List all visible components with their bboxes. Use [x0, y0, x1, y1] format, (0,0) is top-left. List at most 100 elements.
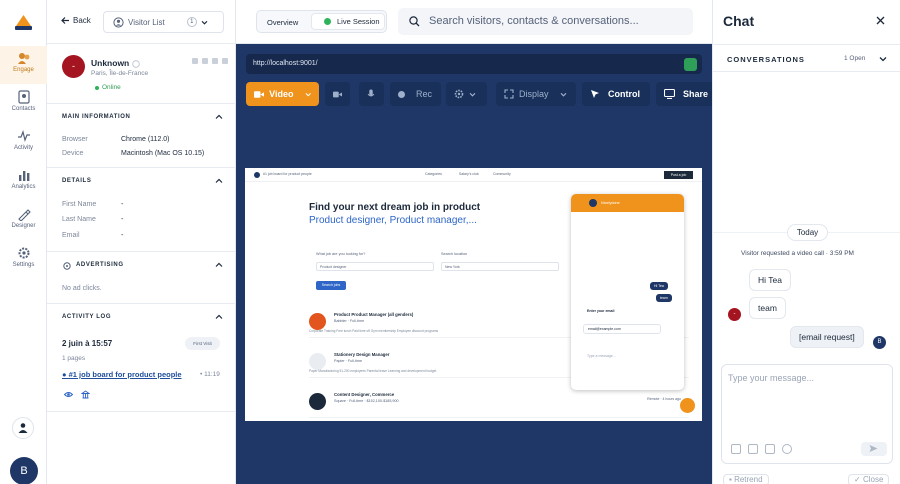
rail-analytics[interactable]: Analytics: [0, 163, 47, 201]
chevron-up-icon[interactable]: [215, 261, 223, 269]
send-icon: [869, 445, 878, 452]
cobrowse-stage: http://localhost:9001/ Video Rec Display: [236, 44, 712, 484]
control-label: Control: [608, 89, 640, 99]
rail-engage[interactable]: Engage: [0, 46, 47, 84]
image-icon[interactable]: [731, 444, 741, 454]
visitor-list-button[interactable]: Visitor List 1: [103, 11, 224, 33]
activity-icons: [64, 390, 90, 399]
detail-value[interactable]: -: [121, 232, 123, 239]
camera-toggle[interactable]: [325, 82, 350, 106]
eye-icon[interactable]: [64, 390, 73, 399]
detail-value[interactable]: -: [121, 201, 123, 208]
close-conversation-button[interactable]: ✓ Close: [848, 474, 890, 484]
brand-logo[interactable]: [13, 12, 34, 32]
site-tagline: #1 job board for product people: [263, 172, 312, 176]
message-composer[interactable]: Type your message...: [721, 364, 893, 464]
activity-date: 2 juin à 15:57: [62, 339, 113, 348]
rail-label: Activity: [13, 145, 33, 151]
visitor-name-text: Unknown: [91, 58, 130, 68]
visitor-url-bar: http://localhost:9001/: [246, 54, 702, 74]
emoji-icon[interactable]: [782, 444, 792, 454]
activity-page-link[interactable]: ● #1 job board for product people: [62, 370, 182, 379]
chevron-up-icon[interactable]: [215, 177, 223, 185]
site-job-input: Product designer: [316, 262, 434, 271]
contacts-icon: [17, 90, 30, 104]
operator-avatar[interactable]: B: [10, 457, 38, 484]
user-icon: [222, 58, 228, 64]
section-title-details: DETAILS: [62, 178, 92, 184]
cursor-icon: [591, 90, 599, 98]
share-screen-button[interactable]: Share: [656, 82, 712, 106]
day-separator: Today: [787, 224, 828, 241]
search-input[interactable]: Search visitors, contacts & conversation…: [398, 8, 693, 35]
open-count: 1 Open: [844, 55, 866, 62]
detail-key: Last Name: [62, 216, 96, 223]
microphone-toggle[interactable]: [359, 82, 384, 106]
widget-email-field: email@example.com: [583, 324, 661, 334]
site-location-input: New York: [441, 262, 559, 271]
search-icon: [409, 16, 420, 27]
rail-contacts[interactable]: Contacts: [0, 85, 47, 123]
control-button[interactable]: Control: [582, 82, 650, 106]
widget-agent-name: Nicelydone: [601, 201, 620, 205]
visitor-avatar: -: [62, 55, 85, 78]
detail-key: Email: [62, 232, 80, 239]
rail-label: Engage: [13, 67, 34, 73]
video-button[interactable]: Video: [246, 82, 319, 106]
checklist-icon[interactable]: [748, 444, 758, 454]
job-company: Papier · Full-time: [334, 359, 363, 363]
rail-designer[interactable]: Designer: [0, 202, 47, 240]
record-button[interactable]: Rec: [390, 82, 441, 106]
display-button[interactable]: Display: [496, 82, 576, 106]
send-button[interactable]: [861, 442, 887, 456]
info-key: Browser: [62, 136, 88, 143]
tab-live-session[interactable]: Live Session: [311, 13, 385, 30]
divider: [47, 411, 236, 412]
top-bar: Overview Live Session Search visitors, c…: [236, 0, 712, 44]
composer-toolbar: [731, 444, 792, 454]
rail-settings[interactable]: Settings: [0, 241, 47, 279]
help-button[interactable]: [12, 417, 34, 439]
video-camera-icon: [333, 91, 342, 97]
share-label: Share: [682, 89, 708, 99]
detail-value[interactable]: -: [121, 216, 123, 223]
chevron-up-icon[interactable]: [215, 313, 223, 321]
tab-overview[interactable]: Overview: [267, 18, 298, 27]
ad-empty-text: No ad clicks.: [62, 285, 102, 292]
rail-activity[interactable]: Activity: [0, 124, 47, 162]
site-job-label: What job are you looking for?: [316, 252, 366, 256]
participants-icon[interactable]: [684, 58, 697, 71]
rail-label: Contacts: [11, 106, 36, 112]
close-icon[interactable]: [876, 16, 885, 25]
resize-icon: [504, 89, 514, 99]
microphone-icon: [367, 89, 375, 97]
site-chat-launcher: [680, 398, 695, 413]
chevron-down-icon: [879, 57, 887, 62]
site-nav-item: Community: [493, 172, 511, 176]
edit-icon[interactable]: [131, 60, 140, 68]
visitor-screen[interactable]: #1 job board for product people Categori…: [245, 168, 702, 421]
job-company: Square · Full-time · $152,100-$185,900: [334, 399, 399, 403]
page-link-text[interactable]: #1 job board for product people: [69, 370, 182, 379]
bank-icon[interactable]: [81, 390, 90, 399]
back-button[interactable]: Back: [61, 16, 91, 25]
composer-placeholder: Type your message...: [728, 373, 815, 383]
widget-message: team: [656, 294, 672, 302]
visitor-url: http://localhost:9001/: [253, 60, 318, 67]
display-label: Display: [519, 89, 549, 99]
attachment-icon[interactable]: [765, 444, 775, 454]
chevron-up-icon[interactable]: [215, 113, 223, 121]
retrend-button[interactable]: ▪ Retrend: [723, 474, 769, 484]
conversations-header[interactable]: CONVERSATIONS 1 Open: [713, 44, 900, 72]
visitor-message: team: [749, 297, 786, 319]
video-camera-icon: [254, 90, 265, 98]
widget-agent-avatar: [589, 199, 597, 207]
divider: [47, 103, 236, 104]
job-title: Product Product Manager (all genders): [334, 312, 414, 317]
job-company: Babbler · Full-time: [334, 319, 365, 323]
section-title-activity-log: ACTIVITY LOG: [62, 314, 112, 320]
visitor-list-label: Visitor List: [128, 17, 165, 27]
live-indicator-icon: [324, 18, 331, 25]
settings-menu-button[interactable]: [446, 82, 487, 106]
location-icon: [212, 58, 218, 64]
